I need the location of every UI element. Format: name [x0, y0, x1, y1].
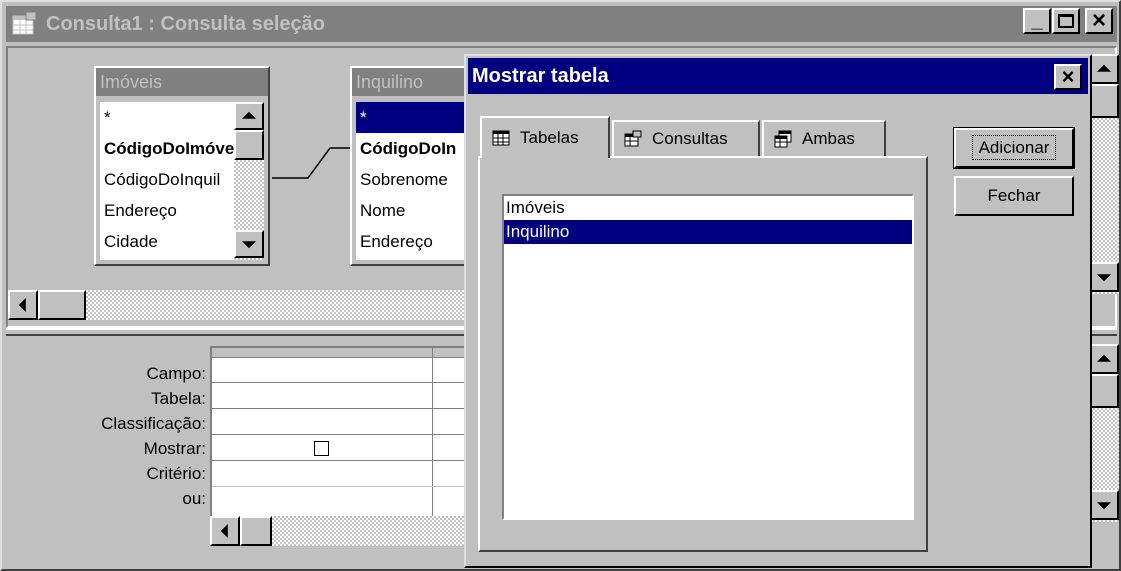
- scroll-thumb[interactable]: [38, 290, 86, 320]
- row-label-classificacao: Classificação:: [101, 414, 206, 433]
- scroll-up-button[interactable]: [1089, 344, 1119, 374]
- tab-tabelas[interactable]: Tabelas: [480, 116, 610, 158]
- arrow-left-icon: [18, 298, 26, 312]
- field-item[interactable]: *: [100, 102, 234, 133]
- design-grid[interactable]: [210, 346, 472, 518]
- table-icon: [492, 130, 510, 146]
- grid-cell-campo[interactable]: [212, 358, 472, 383]
- row-label-tabela: Tabela:: [151, 389, 206, 408]
- query-icon: [12, 11, 37, 35]
- scroll-left-button[interactable]: [8, 290, 38, 320]
- window-titlebar[interactable]: Consulta1 : Consulta seleção: [6, 6, 1117, 42]
- maximize-icon: [1058, 14, 1074, 28]
- tab-label: Ambas: [802, 129, 855, 148]
- grid-cell-classificacao[interactable]: [212, 410, 472, 435]
- scroll-down-button[interactable]: [1089, 490, 1119, 520]
- scroll-down-button[interactable]: [234, 230, 264, 258]
- show-checkbox[interactable]: [314, 441, 329, 456]
- arrow-down-icon: [242, 241, 256, 249]
- table-pane-vscrollbar[interactable]: [1089, 54, 1119, 294]
- scroll-up-button[interactable]: [1089, 54, 1119, 84]
- dialog-title: Mostrar tabela: [472, 65, 609, 87]
- arrow-down-icon: [1097, 274, 1111, 282]
- arrow-up-icon: [242, 111, 256, 119]
- window-title: Consulta1 : Consulta seleção: [46, 12, 325, 35]
- field-list-imoveis[interactable]: Imóveis * CódigoDoImóve CódigoDoInquil E…: [94, 66, 270, 266]
- row-label-mostrar: Mostrar:: [143, 439, 206, 458]
- tab-label: Tabelas: [520, 128, 579, 147]
- close-icon: ×: [1061, 64, 1075, 89]
- grid-cell-tabela[interactable]: [212, 384, 472, 409]
- list-item[interactable]: Imóveis: [504, 196, 912, 220]
- grid-hscrollbar[interactable]: [210, 516, 472, 546]
- close-button[interactable]: Fechar: [954, 176, 1074, 216]
- scroll-up-button[interactable]: [234, 102, 264, 130]
- minimize-button[interactable]: _: [1023, 8, 1051, 34]
- scroll-thumb[interactable]: [234, 130, 264, 160]
- field-item[interactable]: CódigoDoImóve: [100, 133, 234, 164]
- grid-cell-ou[interactable]: [212, 488, 472, 513]
- field-item[interactable]: Cidade: [100, 226, 234, 257]
- both-icon: [774, 130, 792, 148]
- scroll-down-button[interactable]: [1089, 262, 1119, 292]
- tab-label: Consultas: [652, 129, 728, 148]
- query-window: Consulta1 : Consulta seleção _ × Imóveis…: [0, 0, 1121, 571]
- tab-ambas[interactable]: Ambas: [762, 120, 886, 156]
- scroll-left-button[interactable]: [210, 516, 240, 546]
- scroll-thumb[interactable]: [1089, 84, 1119, 118]
- maximize-button[interactable]: [1052, 8, 1080, 34]
- grid-cell-criterio[interactable]: [212, 462, 472, 487]
- close-icon: ×: [1091, 7, 1106, 34]
- window-close-button[interactable]: ×: [1085, 7, 1113, 34]
- tab-panel: Imóveis Inquilino: [478, 156, 928, 552]
- show-table-dialog: Mostrar tabela × Tabelas Consultas Ambas…: [464, 54, 1092, 568]
- list-item-selected[interactable]: Inquilino: [504, 220, 912, 244]
- arrow-down-icon: [1097, 502, 1111, 510]
- tab-consultas[interactable]: Consultas: [612, 120, 760, 156]
- add-button-label: Adicionar: [971, 135, 1057, 160]
- add-button[interactable]: Adicionar: [953, 127, 1075, 169]
- grid-vscrollbar[interactable]: [1089, 344, 1119, 522]
- close-button-label: Fechar: [987, 186, 1041, 205]
- row-label-campo: Campo:: [146, 364, 206, 383]
- relationship-line: [272, 147, 356, 179]
- dialog-close-button[interactable]: ×: [1054, 64, 1082, 90]
- column-selector[interactable]: [212, 348, 472, 358]
- field-item[interactable]: CódigoDoInquil: [100, 164, 234, 195]
- arrow-up-icon: [1097, 354, 1111, 362]
- scroll-thumb[interactable]: [1089, 374, 1119, 408]
- field-list-scrollbar[interactable]: [234, 102, 264, 260]
- scroll-thumb[interactable]: [240, 516, 272, 546]
- field-list-body: * CódigoDoImóve CódigoDoInquil Endereço …: [100, 102, 234, 260]
- row-label-criterio: Critério:: [146, 464, 206, 483]
- field-list-title[interactable]: Imóveis: [96, 68, 268, 96]
- arrow-left-icon: [220, 524, 228, 538]
- field-item[interactable]: Endereço: [100, 195, 234, 226]
- table-pane-hscrollbar[interactable]: [8, 290, 468, 320]
- arrow-up-icon: [1097, 64, 1111, 72]
- table-listbox[interactable]: Imóveis Inquilino: [502, 194, 914, 520]
- grid-cell-mostrar[interactable]: [212, 436, 472, 461]
- dialog-titlebar[interactable]: Mostrar tabela: [468, 58, 1088, 94]
- row-label-ou: ou:: [182, 489, 206, 508]
- minimize-icon: _: [1031, 10, 1043, 32]
- query-icon: [624, 130, 642, 147]
